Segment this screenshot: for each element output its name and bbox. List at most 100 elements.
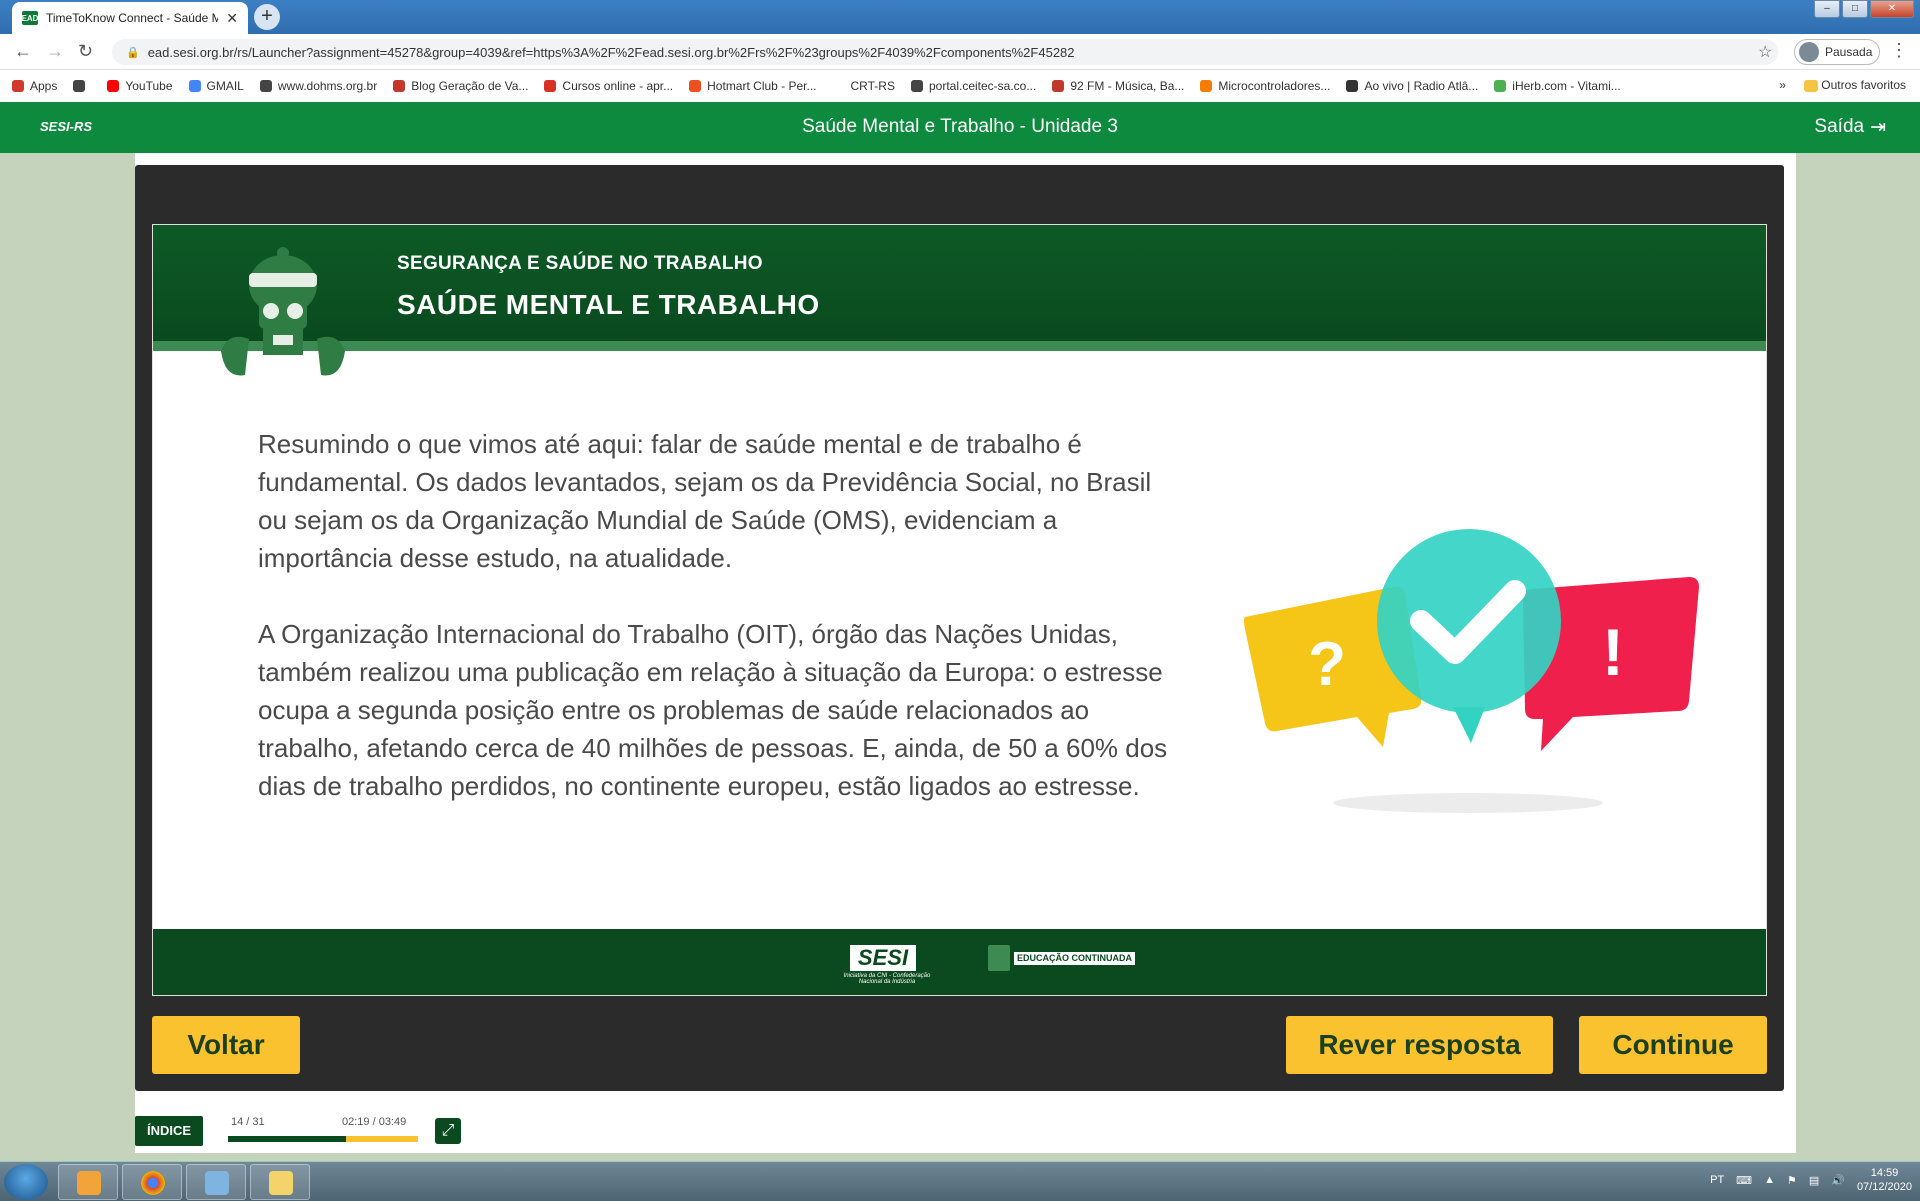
flag-icon[interactable]: ⚑	[1787, 1174, 1797, 1187]
forward-arrow-icon[interactable]: →	[46, 41, 64, 62]
bookmark-label: GMAIL	[206, 79, 244, 93]
exit-label: Saída	[1814, 116, 1865, 137]
bookmark-item[interactable]: portal.ceitec-sa.co...	[910, 79, 1037, 93]
bookmark-label: Cursos online - apr...	[562, 79, 674, 93]
progress-bar[interactable]	[228, 1136, 418, 1142]
mail-icon	[77, 1171, 101, 1195]
question-mark: ?	[1308, 630, 1346, 699]
bookmark-item[interactable]: GMAIL	[188, 79, 244, 93]
bookmark-label: Hotmart Club - Per...	[707, 79, 817, 93]
back-arrow-icon[interactable]: ←	[14, 41, 32, 62]
scales-icon	[988, 945, 1010, 971]
slide-footer: SESI Iniciativa da CNI - Confederação Na…	[153, 929, 1766, 995]
slide-header-stripe	[153, 341, 1766, 351]
bookmark-favicon-icon	[1494, 80, 1507, 92]
taskbar-outlook[interactable]	[58, 1164, 118, 1200]
slide: SEGURANÇA E SAÚDE NO TRABALHO SAÚDE MENT…	[152, 224, 1767, 996]
lock-icon: 🔒	[126, 46, 140, 59]
player-bottom-bar	[135, 1103, 1796, 1153]
clock-date: 07/12/2020	[1856, 1181, 1912, 1193]
network-icon[interactable]: ▤	[1809, 1174, 1819, 1187]
bookmark-favicon-icon	[1200, 80, 1213, 92]
profile-button[interactable]: Pausada	[1794, 39, 1880, 65]
bookmark-favicon-icon	[1052, 80, 1065, 92]
bookmark-item[interactable]: Ao vivo | Radio Atlâ...	[1346, 79, 1478, 93]
app-header: SESI-RS Saúde Mental e Trabalho - Unidad…	[0, 102, 1920, 153]
language-indicator[interactable]: PT	[1710, 1174, 1724, 1186]
sesi-logo: SESI	[850, 945, 916, 971]
paragraph-oit: A Organização Internacional do Trabalho …	[258, 619, 1168, 801]
clock[interactable]: 14:59 07/12/2020	[1857, 1166, 1912, 1194]
bookmark-label: www.dohms.org.br	[277, 79, 378, 93]
back-button[interactable]: Voltar	[152, 1016, 300, 1074]
educacao-continuada-logo: EDUCAÇÃO CONTINUADA	[988, 945, 1135, 971]
bookmark-favicon-icon	[910, 80, 923, 92]
bookmark-list: Apps YouTube GMAIL www.dohms.org.br Blog Ger…	[12, 79, 1637, 93]
tab-title: TimeToKnow Connect - Saúde Mental	[46, 11, 219, 25]
bookmark-label: YouTube	[125, 79, 173, 93]
clock-time: 14:59	[1870, 1167, 1899, 1179]
bookmark-favicon-icon	[12, 80, 24, 92]
edu-logo-text: EDUCAÇÃO CONTINUADA	[1014, 951, 1135, 965]
bookmark-item[interactable]: Cursos online - apr...	[544, 79, 673, 93]
course-title: Saúde Mental e Trabalho - Unidade 3	[802, 116, 1118, 137]
bookmark-label: Microcontroladores...	[1218, 79, 1331, 93]
continue-button[interactable]: Continue	[1579, 1016, 1767, 1074]
maximize-button[interactable]: □	[1842, 0, 1868, 18]
bookmark-star-icon[interactable]: ☆	[1758, 42, 1772, 62]
other-bookmarks-folder[interactable]: Outros favoritos	[1803, 78, 1906, 92]
ead-favicon-icon: EAD	[22, 11, 38, 25]
shadow-ellipse	[1333, 793, 1603, 813]
bookmark-favicon-icon	[73, 80, 86, 92]
bookmark-item[interactable]: 92 FM - Música, Ba...	[1052, 79, 1184, 93]
bookmark-favicon-icon	[393, 80, 406, 92]
windows-taskbar: PT ⌨ ▲ ⚑ ▤ 🔊 14:59 07/12/2020	[0, 1161, 1920, 1201]
close-tab-icon[interactable]: ✕	[226, 10, 238, 27]
bookmark-item[interactable]: CRT-RS	[832, 79, 895, 93]
bookmark-label: portal.ceitec-sa.co...	[928, 79, 1037, 93]
bookmark-item[interactable]: www.dohms.org.br	[259, 79, 378, 93]
index-button[interactable]: ÍNDICE	[135, 1116, 203, 1146]
bookmarks-overflow-button[interactable]: »	[1779, 78, 1786, 92]
bookmark-label: CRT-RS	[850, 79, 895, 93]
folder-icon	[269, 1171, 293, 1195]
minimize-button[interactable]: –	[1814, 0, 1840, 18]
url-text: ead.sesi.org.br/rs/Launcher?assignment=4…	[147, 44, 1075, 60]
bookmark-item[interactable]: Apps	[12, 79, 57, 93]
url-field[interactable]: 🔒 ead.sesi.org.br/rs/Launcher?assignment…	[112, 39, 1778, 65]
bookmark-favicon-icon	[1346, 80, 1359, 92]
bookmark-label: iHerb.com - Vitami...	[1512, 79, 1621, 93]
chrome-icon	[141, 1171, 165, 1195]
bookmark-item[interactable]: YouTube	[107, 79, 173, 93]
exit-button[interactable]: Saída ⇥	[1814, 116, 1886, 139]
exit-icon: ⇥	[1870, 117, 1886, 138]
other-bookmarks-label: Outros favoritos	[1821, 78, 1906, 92]
review-answer-button[interactable]: Rever resposta	[1286, 1016, 1553, 1074]
taskbar-paint[interactable]	[186, 1164, 246, 1200]
paint-icon	[205, 1171, 229, 1195]
show-hidden-icons[interactable]: ▲	[1764, 1174, 1775, 1186]
bookmark-item[interactable]	[73, 80, 91, 92]
reload-icon[interactable]: ↻	[78, 41, 93, 62]
bookmark-favicon-icon	[689, 80, 702, 92]
bookmark-item[interactable]: Hotmart Club - Per...	[689, 79, 817, 93]
bookmark-favicon-icon	[188, 80, 201, 92]
window-controls: – □ ✕	[1814, 0, 1914, 18]
taskbar-chrome[interactable]	[122, 1164, 182, 1200]
fullscreen-icon[interactable]: ⤢	[435, 1118, 461, 1144]
page-counter: 14 / 31	[231, 1116, 265, 1128]
close-window-button[interactable]: ✕	[1870, 0, 1914, 18]
bookmark-item[interactable]: Blog Geração de Va...	[393, 79, 528, 93]
bookmark-favicon-icon	[544, 80, 557, 92]
keyboard-icon[interactable]: ⌨	[1736, 1174, 1752, 1187]
bookmark-favicon-icon	[259, 80, 272, 92]
start-button[interactable]	[4, 1164, 48, 1200]
taskbar-explorer[interactable]	[250, 1164, 310, 1200]
bookmark-item[interactable]: Microcontroladores...	[1200, 79, 1330, 93]
browser-tab[interactable]: EAD TimeToKnow Connect - Saúde Mental ✕	[12, 2, 248, 34]
new-tab-button[interactable]: +	[254, 4, 280, 30]
browser-menu-icon[interactable]: ⋮	[1890, 40, 1908, 61]
profile-label: Pausada	[1825, 45, 1873, 59]
bookmark-item[interactable]: iHerb.com - Vitami...	[1494, 79, 1621, 93]
volume-icon[interactable]: 🔊	[1831, 1174, 1845, 1187]
